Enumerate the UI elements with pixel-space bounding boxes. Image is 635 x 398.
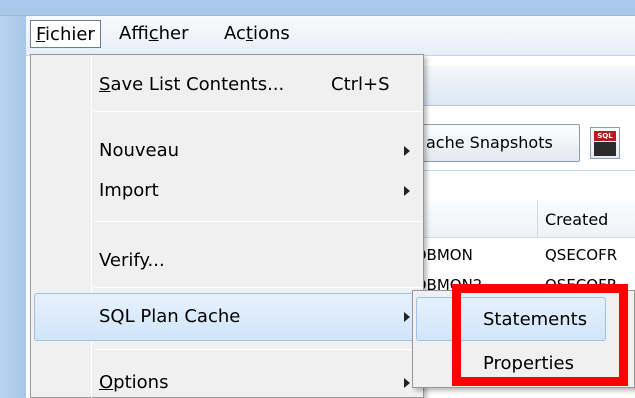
menu-actions[interactable]: Actions: [219, 20, 295, 48]
menu-icon-gutter: [91, 55, 92, 398]
window-title-bar: [0, 0, 635, 16]
menu-afficher[interactable]: Afficher: [114, 20, 194, 48]
shortcut-ctrl-s: Ctrl+S: [331, 74, 390, 95]
menu-separator: [94, 111, 422, 112]
menu-separator: [94, 221, 422, 222]
submenu-arrow-icon: [404, 378, 410, 388]
column-header-created[interactable]: Created: [545, 210, 608, 229]
menu-item-import[interactable]: Import: [99, 179, 159, 203]
fichier-dropdown-menu: Save List Contents... Ctrl+S Nouveau Imp…: [30, 54, 424, 398]
menu-item-options[interactable]: Options: [99, 371, 168, 395]
menu-bar: Fichier Afficher Actions: [26, 16, 635, 56]
menu-separator: [94, 287, 422, 288]
cache-snapshots-button[interactable]: ache Snapshots: [415, 124, 580, 162]
annotation-highlight-box: [452, 284, 628, 386]
list-column-header: e Created: [395, 200, 635, 238]
column-separator[interactable]: [537, 200, 538, 238]
menu-item-save-list-contents[interactable]: Save List Contents...: [99, 73, 284, 97]
list-cell-created[interactable]: QSECOFR: [545, 246, 617, 264]
submenu-arrow-icon: [404, 186, 410, 196]
menu-fichier[interactable]: Fichier: [30, 20, 101, 48]
sql-icon-base: [594, 142, 616, 156]
menu-item-verify[interactable]: Verify...: [99, 249, 165, 273]
submenu-arrow-icon: [404, 146, 410, 156]
toolbar-band: [395, 66, 635, 106]
window-frame-left: [0, 16, 26, 398]
sql-plan-icon[interactable]: SQL: [590, 127, 620, 159]
submenu-arrow-icon: [404, 312, 410, 322]
menu-separator: [94, 349, 422, 350]
menu-item-sql-plan-cache[interactable]: SQL Plan Cache: [99, 305, 240, 329]
sql-icon-label: SQL: [594, 131, 616, 141]
menu-item-nouveau[interactable]: Nouveau: [99, 139, 179, 163]
